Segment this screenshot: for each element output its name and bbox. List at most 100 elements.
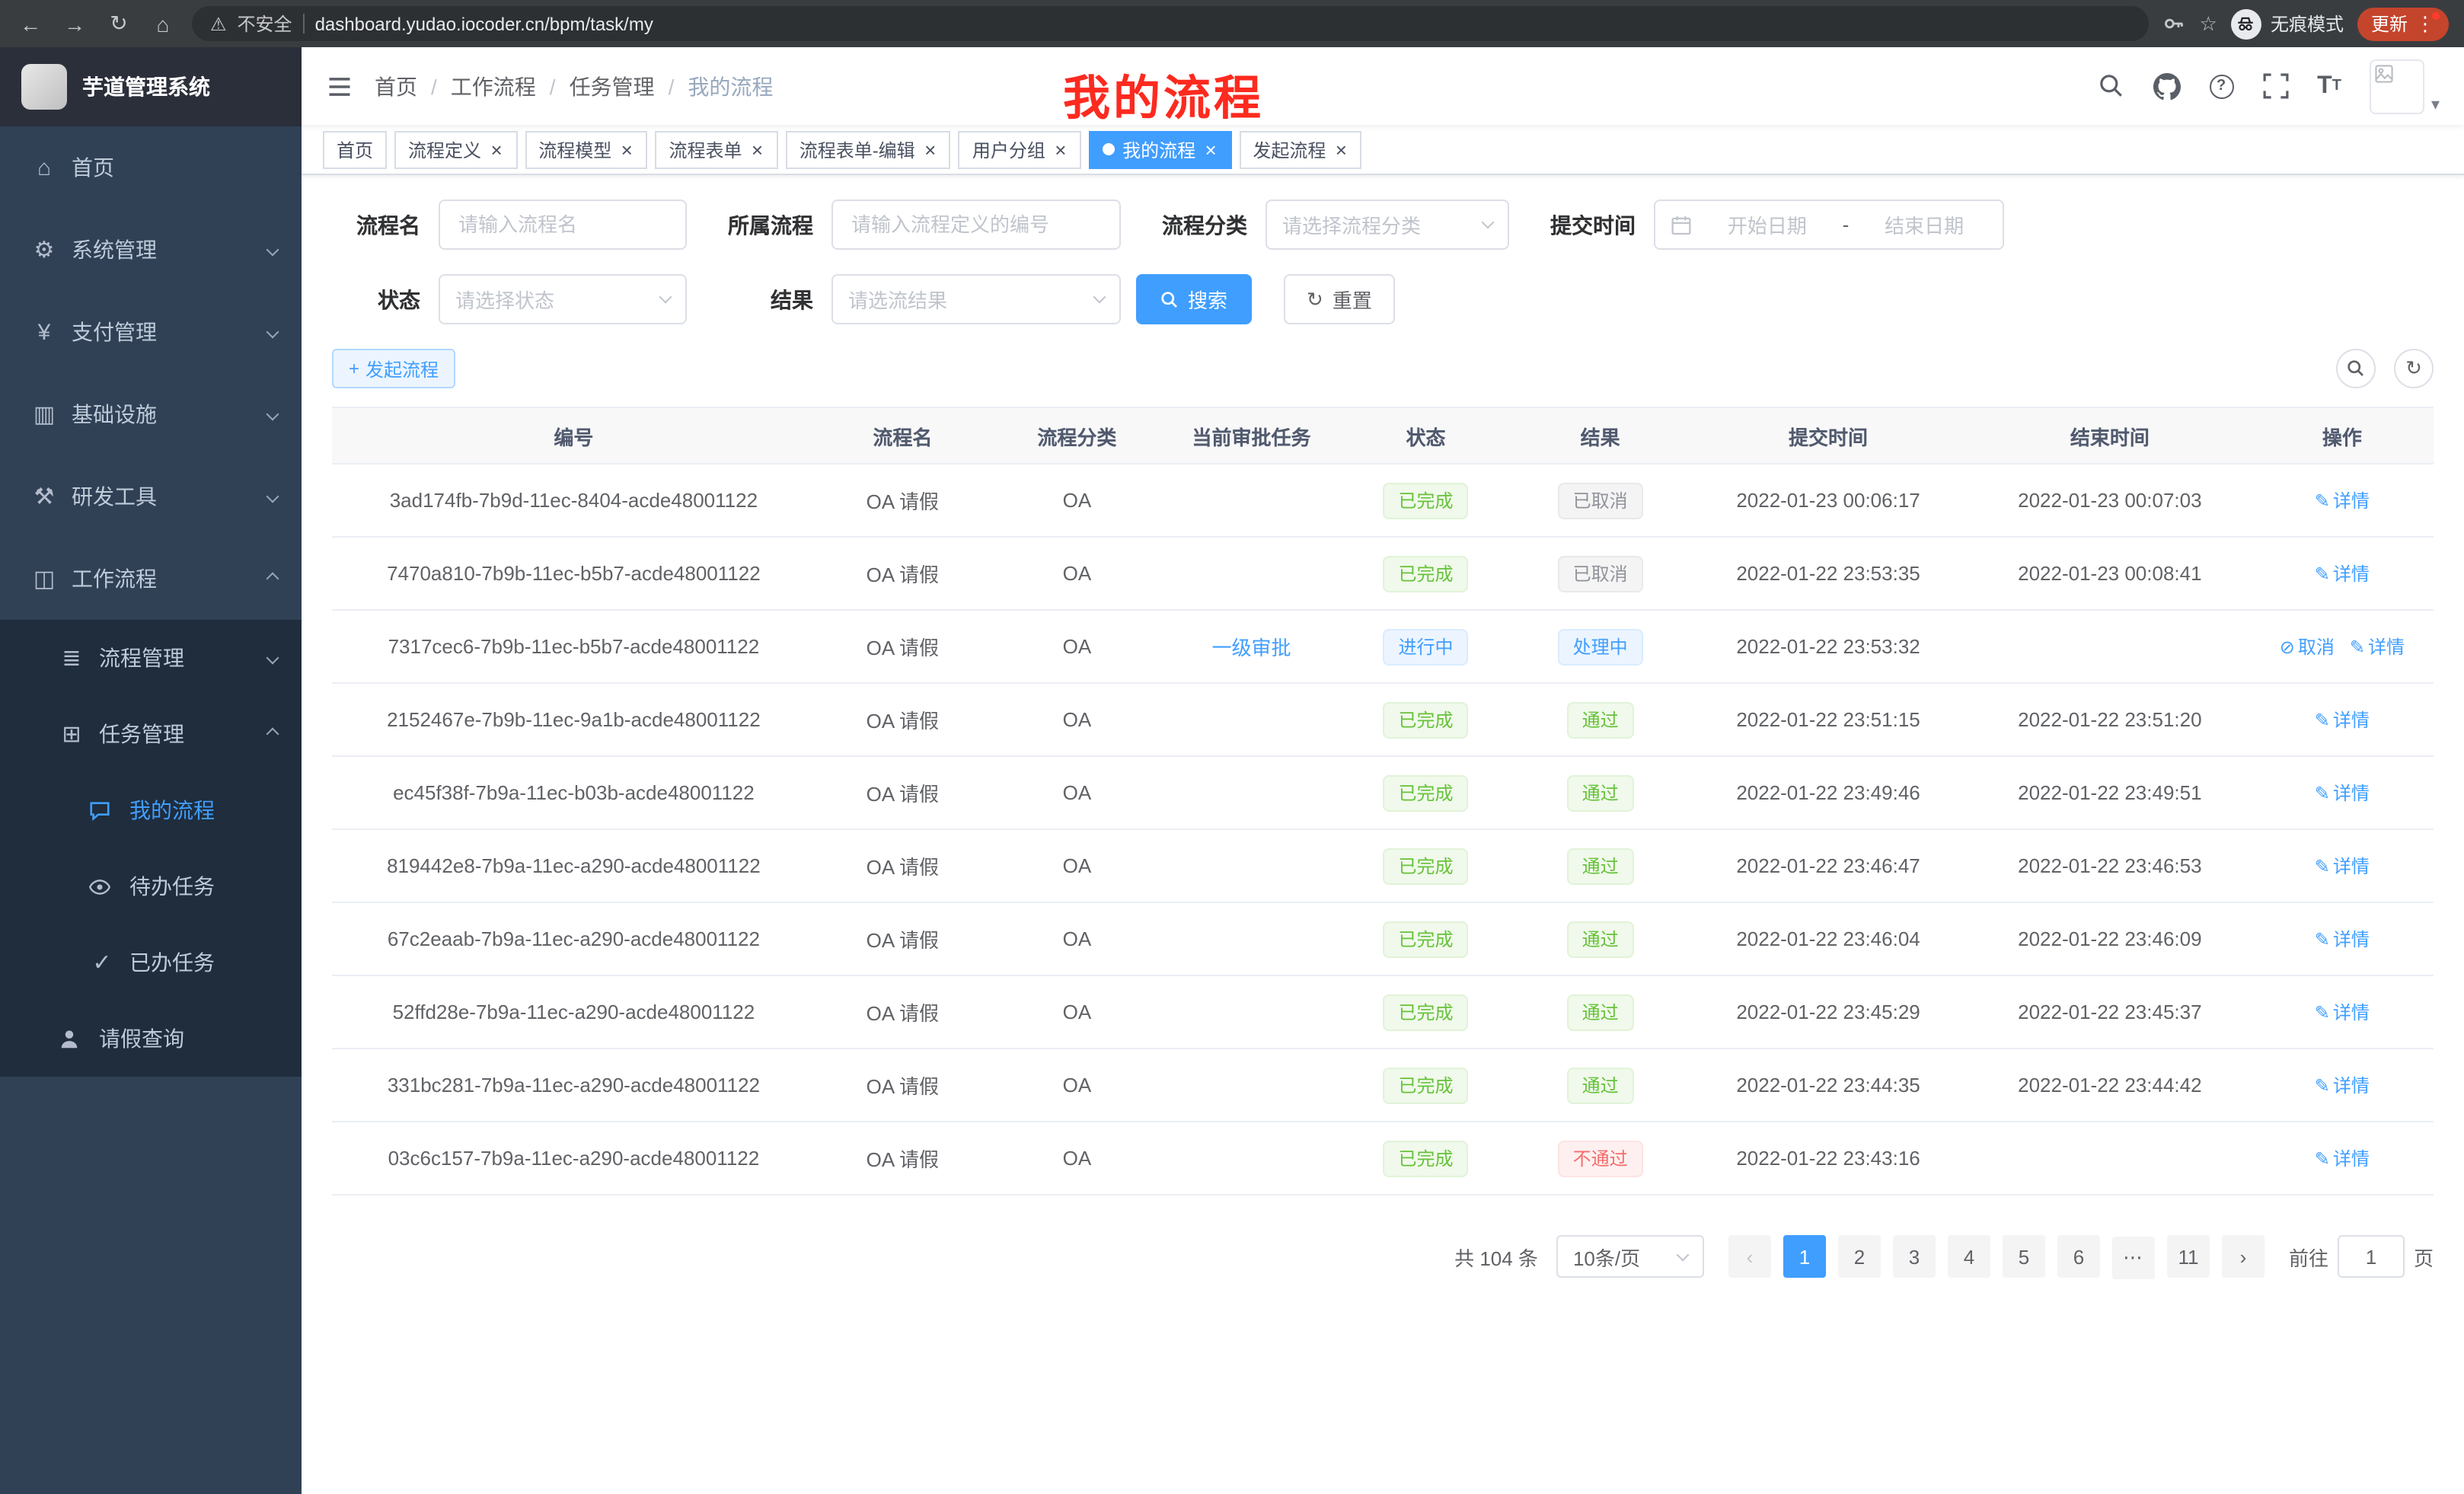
yen-icon: ¥ [30,319,58,345]
detail-button[interactable]: ✎详情 [2315,999,2370,1025]
user-avatar-menu[interactable]: ▾ [2370,59,2440,113]
sidebar-item-leave-query[interactable]: 请假查询 [0,1001,302,1077]
submit-time-range-picker[interactable]: 开始日期 - 结束日期 [1654,200,2004,250]
pager-page-4[interactable]: 4 [1948,1235,1990,1278]
pager-page-6[interactable]: 6 [2057,1235,2100,1278]
detail-button[interactable]: ✎详情 [2315,853,2370,879]
prev-page-button[interactable]: ‹ [1728,1236,1771,1279]
view-tab[interactable]: 发起流程× [1239,130,1361,168]
sidebar-item-devtools[interactable]: ⚒ 研发工具 [0,455,302,538]
tab-close-icon[interactable]: × [923,139,937,159]
detail-button[interactable]: ✎详情 [2315,1072,2370,1098]
detail-button[interactable]: ✎详情 [2350,634,2405,659]
browser-home-button[interactable]: ⌂ [148,11,178,36]
search-button[interactable]: 搜索 [1136,274,1252,324]
category-select[interactable]: 请选择流程分类 [1266,200,1509,250]
sidebar-toggle-icon[interactable] [326,72,353,100]
browser-forward-button[interactable]: → [59,11,90,36]
sidebar-item-process-management[interactable]: ≣ 流程管理 [0,620,302,696]
sidebar-item-todo-tasks[interactable]: 待办任务 [0,848,302,924]
sidebar-item-home[interactable]: ⌂ 首页 [0,126,302,209]
bookmark-star-icon[interactable]: ☆ [2200,11,2217,36]
cancel-button[interactable]: ⊘取消 [2280,634,2335,659]
password-key-icon[interactable] [2163,12,2186,35]
detail-button[interactable]: ✎详情 [2315,707,2370,733]
cell-submit-time: 2022-01-22 23:44:35 [1687,1049,1969,1122]
view-tab[interactable]: 流程表单× [655,130,777,168]
view-tab[interactable]: 我的流程× [1089,130,1231,168]
reset-button[interactable]: ↻ 重置 [1284,274,1395,324]
page-jump-input[interactable] [2338,1236,2405,1279]
tab-label: 流程表单-编辑 [800,136,915,162]
tab-close-icon[interactable]: × [489,139,503,159]
table-toolbar: + 发起流程 ↻ [332,349,2434,388]
cell-status: 已完成 [1339,829,1513,902]
cell-status: 已完成 [1339,537,1513,610]
process-name-input[interactable] [439,200,687,250]
sidebar-item-infrastructure[interactable]: ▥ 基础设施 [0,373,302,455]
detail-icon: ✎ [2315,855,2330,876]
view-tab[interactable]: 首页 [323,130,387,168]
security-label[interactable]: 不安全 [238,11,292,37]
breadcrumb-workflow[interactable]: 工作流程 [451,71,536,101]
process-definition-id-input[interactable] [831,200,1121,250]
chevron-down-icon [1482,216,1495,229]
github-icon[interactable] [2153,72,2180,100]
address-bar[interactable]: ⚠ 不安全 dashboard.yudao.iocoder.cn/bpm/tas… [192,6,2150,41]
detail-button[interactable]: ✎详情 [2315,560,2370,586]
tab-close-icon[interactable]: × [750,139,764,159]
current-task-link[interactable]: 一级审批 [1211,637,1291,659]
sidebar-item-my-process[interactable]: 我的流程 [0,772,302,848]
toolbar-right: ↻ [2336,349,2434,388]
page-size-select[interactable]: 10条/页 [1556,1236,1704,1279]
refresh-button[interactable]: ↻ [2394,349,2434,388]
sidebar-item-done-tasks[interactable]: ✓ 已办任务 [0,924,302,1001]
create-process-button[interactable]: + 发起流程 [332,349,455,388]
help-icon[interactable]: ? [2209,74,2233,98]
pager: 123456 ⋯ 11 [1777,1235,2216,1279]
result-select[interactable]: 请选流结果 [831,274,1121,324]
view-tab[interactable]: 用户分组× [959,130,1081,168]
show-search-button[interactable] [2336,349,2376,388]
detail-button[interactable]: ✎详情 [2315,926,2370,952]
view-tab[interactable]: 流程定义× [394,130,517,168]
pager-page-3[interactable]: 3 [1893,1235,1936,1278]
chevron-down-icon [267,652,279,665]
tab-close-icon[interactable]: × [1333,139,1348,159]
tab-close-icon[interactable]: × [1203,139,1218,159]
avatar [2370,59,2425,113]
pager-more[interactable]: ⋯ [2112,1236,2155,1279]
status-select[interactable]: 请选择状态 [439,274,687,324]
detail-button[interactable]: ✎详情 [2315,487,2370,513]
menu-label: 已办任务 [129,947,215,978]
pager-page-11[interactable]: 11 [2167,1235,2210,1278]
detail-icon: ✎ [2315,1148,2330,1169]
browser-update-button[interactable]: 更新 ⋮ [2357,7,2449,40]
breadcrumb-task-management[interactable]: 任务管理 [570,71,655,101]
search-icon[interactable] [2098,73,2124,99]
cell-submit-time: 2022-01-22 23:43:16 [1687,1122,1969,1195]
pager-page-5[interactable]: 5 [2003,1235,2045,1278]
tab-close-icon[interactable]: × [619,139,634,159]
fullscreen-icon[interactable] [2262,73,2288,99]
view-tab[interactable]: 流程模型× [525,130,647,168]
font-size-icon[interactable]: TT [2317,74,2341,98]
view-tab[interactable]: 流程表单-编辑 × [786,130,951,168]
detail-button[interactable]: ✎详情 [2315,1145,2370,1171]
search-button-label: 搜索 [1188,285,1227,314]
browser-back-button[interactable]: ← [15,11,46,36]
next-page-button[interactable]: › [2222,1236,2265,1279]
pager-page-1[interactable]: 1 [1783,1235,1826,1278]
menu-label: 研发工具 [72,481,157,512]
breadcrumb-home[interactable]: 首页 [375,71,417,101]
tab-close-icon[interactable]: × [1053,139,1068,159]
process-name-label: 流程名 [332,209,420,240]
pager-page-2[interactable]: 2 [1838,1235,1881,1278]
detail-button[interactable]: ✎详情 [2315,780,2370,806]
sidebar-item-system[interactable]: ⚙ 系统管理 [0,209,302,291]
browser-reload-button[interactable]: ↻ [104,11,134,37]
sidebar-item-workflow[interactable]: ◫ 工作流程 [0,538,302,620]
sidebar-item-payment[interactable]: ¥ 支付管理 [0,291,302,373]
sidebar-item-task-management[interactable]: ⊞ 任务管理 [0,696,302,772]
app-logo[interactable]: 芋道管理系统 [0,47,302,126]
